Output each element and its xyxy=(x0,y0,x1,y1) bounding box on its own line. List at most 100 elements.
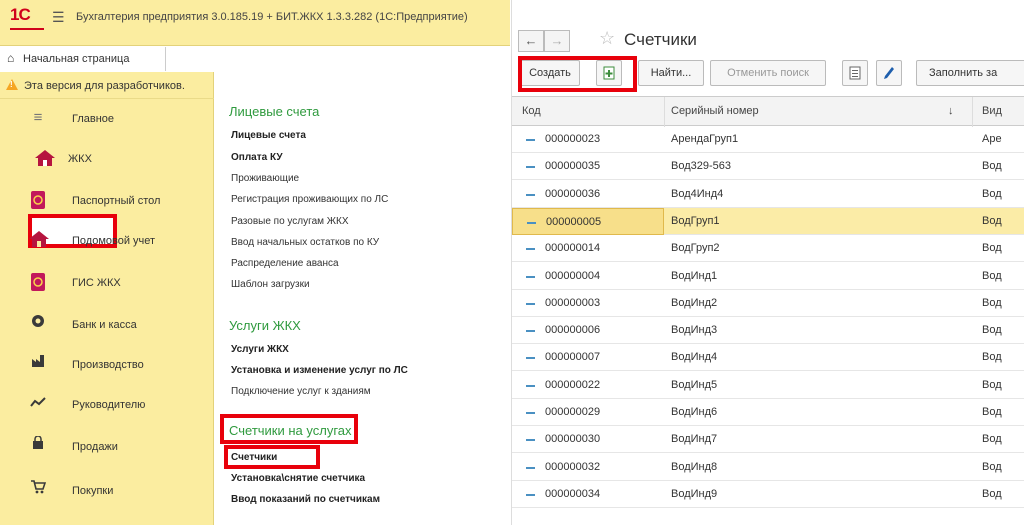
find-button[interactable]: Найти... xyxy=(638,60,704,86)
main-menu-icon[interactable]: ☰ xyxy=(52,9,65,26)
row-type: Вод xyxy=(982,433,1002,446)
list-settings-button[interactable] xyxy=(842,60,868,86)
table-row[interactable]: 000000035 Вод329-563 Вод xyxy=(512,153,1024,181)
link-import-template[interactable]: Шаблон загрузки xyxy=(231,279,310,290)
row-type: Вод xyxy=(982,242,1002,255)
code-cell[interactable]: 000000005 xyxy=(512,207,664,235)
sidebar-item-passport[interactable]: Паспортный стол xyxy=(0,181,214,221)
row-code: 000000029 xyxy=(545,406,601,418)
sidebar-item-bank[interactable]: Банк и касса xyxy=(0,305,214,345)
code-cell[interactable]: 000000023 xyxy=(512,126,664,153)
link-resident-registration[interactable]: Регистрация проживающих по ЛС xyxy=(231,194,388,205)
row-item-icon xyxy=(526,302,535,305)
table-row[interactable]: 000000007 ВодИнд4 Вод xyxy=(512,344,1024,372)
row-type: Вод xyxy=(982,378,1002,391)
link-service-buildings[interactable]: Подключение услуг к зданиям xyxy=(231,386,371,397)
link-one-time-services[interactable]: Разовые по услугам ЖКХ xyxy=(231,216,349,227)
code-cell[interactable]: 000000004 xyxy=(512,263,664,290)
table-row[interactable]: 000000005 ВодГруп1 Вод xyxy=(512,207,1024,235)
sidebar-item-production[interactable]: Производство xyxy=(0,345,214,385)
coin-icon xyxy=(28,314,48,334)
code-cell[interactable]: 000000035 xyxy=(512,153,664,180)
window-title: Счетчики xyxy=(624,30,697,49)
sidebar-item-label: ГИС ЖКХ xyxy=(72,277,121,289)
sidebar-item-label: Покупки xyxy=(72,485,114,497)
code-cell[interactable]: 000000032 xyxy=(512,454,664,481)
row-serial: ВодИнд7 xyxy=(671,433,718,446)
table-row[interactable]: 000000030 ВодИнд7 Вод xyxy=(512,426,1024,454)
back-button[interactable]: ← xyxy=(518,30,544,52)
row-code: 000000022 xyxy=(545,378,601,391)
table-row[interactable]: 000000014 ВодГруп2 Вод xyxy=(512,235,1024,263)
table-row[interactable]: 000000006 ВодИнд3 Вод xyxy=(512,317,1024,345)
table-row[interactable]: 000000022 ВодИнд5 Вод xyxy=(512,372,1024,399)
bag-icon xyxy=(28,435,48,456)
row-type: Вод xyxy=(982,214,1002,227)
menu-icon: ≡ xyxy=(33,109,43,126)
row-type: Вод xyxy=(982,187,1002,200)
edit-button[interactable] xyxy=(876,60,902,86)
code-cell[interactable]: 000000022 xyxy=(512,372,664,399)
row-serial: Вод4Инд4 xyxy=(671,187,724,200)
link-meter-install[interactable]: Установка\снятие счетчика xyxy=(231,473,365,484)
row-code: 000000004 xyxy=(545,269,601,282)
link-service-assignment[interactable]: Установка и изменение услуг по ЛС xyxy=(231,365,408,376)
row-code: 000000034 xyxy=(545,487,601,500)
sidebar-item-gis[interactable]: ГИС ЖКХ xyxy=(0,263,214,303)
tab-home-label: Начальная страница xyxy=(23,53,130,65)
link-meter-readings[interactable]: Ввод показаний по счетчикам xyxy=(231,494,380,505)
row-type: Вод xyxy=(982,406,1002,418)
table-row[interactable]: 000000036 Вод4Инд4 Вод xyxy=(512,181,1024,208)
row-item-icon xyxy=(527,221,536,224)
sidebar-item-gkh[interactable]: ЖКХ xyxy=(0,139,214,179)
link-services[interactable]: Услуги ЖКХ xyxy=(231,344,289,355)
table-row[interactable]: 000000034 ВодИнд9 Вод xyxy=(512,481,1024,508)
cancel-search-button[interactable]: Отменить поиск xyxy=(710,60,826,86)
favorite-star-icon[interactable]: ☆ xyxy=(599,28,615,49)
link-residents[interactable]: Проживающие xyxy=(231,173,299,184)
tab-home[interactable]: ⌂ Начальная страница xyxy=(0,47,166,71)
column-header-code[interactable]: Код xyxy=(522,105,541,117)
row-type: Вод xyxy=(982,160,1002,173)
link-meters[interactable]: Счетчики xyxy=(231,452,277,463)
code-cell[interactable]: 000000007 xyxy=(512,344,664,371)
code-cell[interactable]: 000000030 xyxy=(512,426,664,453)
row-item-icon xyxy=(526,439,535,442)
code-cell[interactable]: 000000034 xyxy=(512,481,664,508)
table-row[interactable]: 000000004 ВодИнд1 Вод xyxy=(512,263,1024,290)
table-row[interactable]: 000000003 ВодИнд2 Вод xyxy=(512,290,1024,317)
table-row[interactable]: 000000032 ВодИнд8 Вод xyxy=(512,454,1024,481)
sidebar-item-building[interactable]: Подомовой учет xyxy=(0,221,214,261)
code-cell[interactable]: 000000036 xyxy=(512,181,664,208)
table-row[interactable]: 000000029 ВодИнд6 Вод xyxy=(512,399,1024,426)
row-item-icon xyxy=(526,412,535,414)
fill-button[interactable]: Заполнить за xyxy=(916,60,1024,86)
column-divider xyxy=(664,97,665,127)
sidebar-item-manager[interactable]: Руководителю xyxy=(0,385,214,425)
code-cell[interactable]: 000000014 xyxy=(512,235,664,262)
pen-icon xyxy=(884,67,894,79)
row-code: 000000014 xyxy=(545,242,601,255)
link-accounts[interactable]: Лицевые счета xyxy=(231,130,306,141)
link-advance-distribution[interactable]: Распределение аванса xyxy=(231,258,339,269)
sidebar-item-sales[interactable]: Продажи xyxy=(0,427,214,467)
table-row[interactable]: 000000023 АрендаГруп1 Аре xyxy=(512,126,1024,153)
sidebar-item-purchases[interactable]: Покупки xyxy=(0,471,214,511)
row-item-icon xyxy=(526,248,535,251)
column-header-type[interactable]: Вид xyxy=(982,105,1002,117)
column-header-serial[interactable]: Серийный номер xyxy=(671,105,759,117)
code-cell[interactable]: 000000006 xyxy=(512,317,664,344)
sidebar-item-label: Паспортный стол xyxy=(72,195,161,207)
group-title-meters: Счетчики на услугах xyxy=(229,423,352,438)
link-payment-ku[interactable]: Оплата КУ xyxy=(231,152,283,163)
sidebar-item-label: Руководителю xyxy=(72,399,146,411)
code-cell[interactable]: 000000003 xyxy=(512,290,664,317)
document-list-icon xyxy=(849,66,861,80)
sidebar-item-main[interactable]: ≡ Главное xyxy=(0,99,214,139)
forward-button[interactable]: → xyxy=(544,30,570,52)
row-type: Вод xyxy=(982,351,1002,364)
row-serial: ВодИнд5 xyxy=(671,378,718,391)
sidebar-item-label: Подомовой учет xyxy=(72,235,156,247)
link-opening-balances[interactable]: Ввод начальных остатков по КУ xyxy=(231,237,379,248)
code-cell[interactable]: 000000029 xyxy=(512,399,664,426)
